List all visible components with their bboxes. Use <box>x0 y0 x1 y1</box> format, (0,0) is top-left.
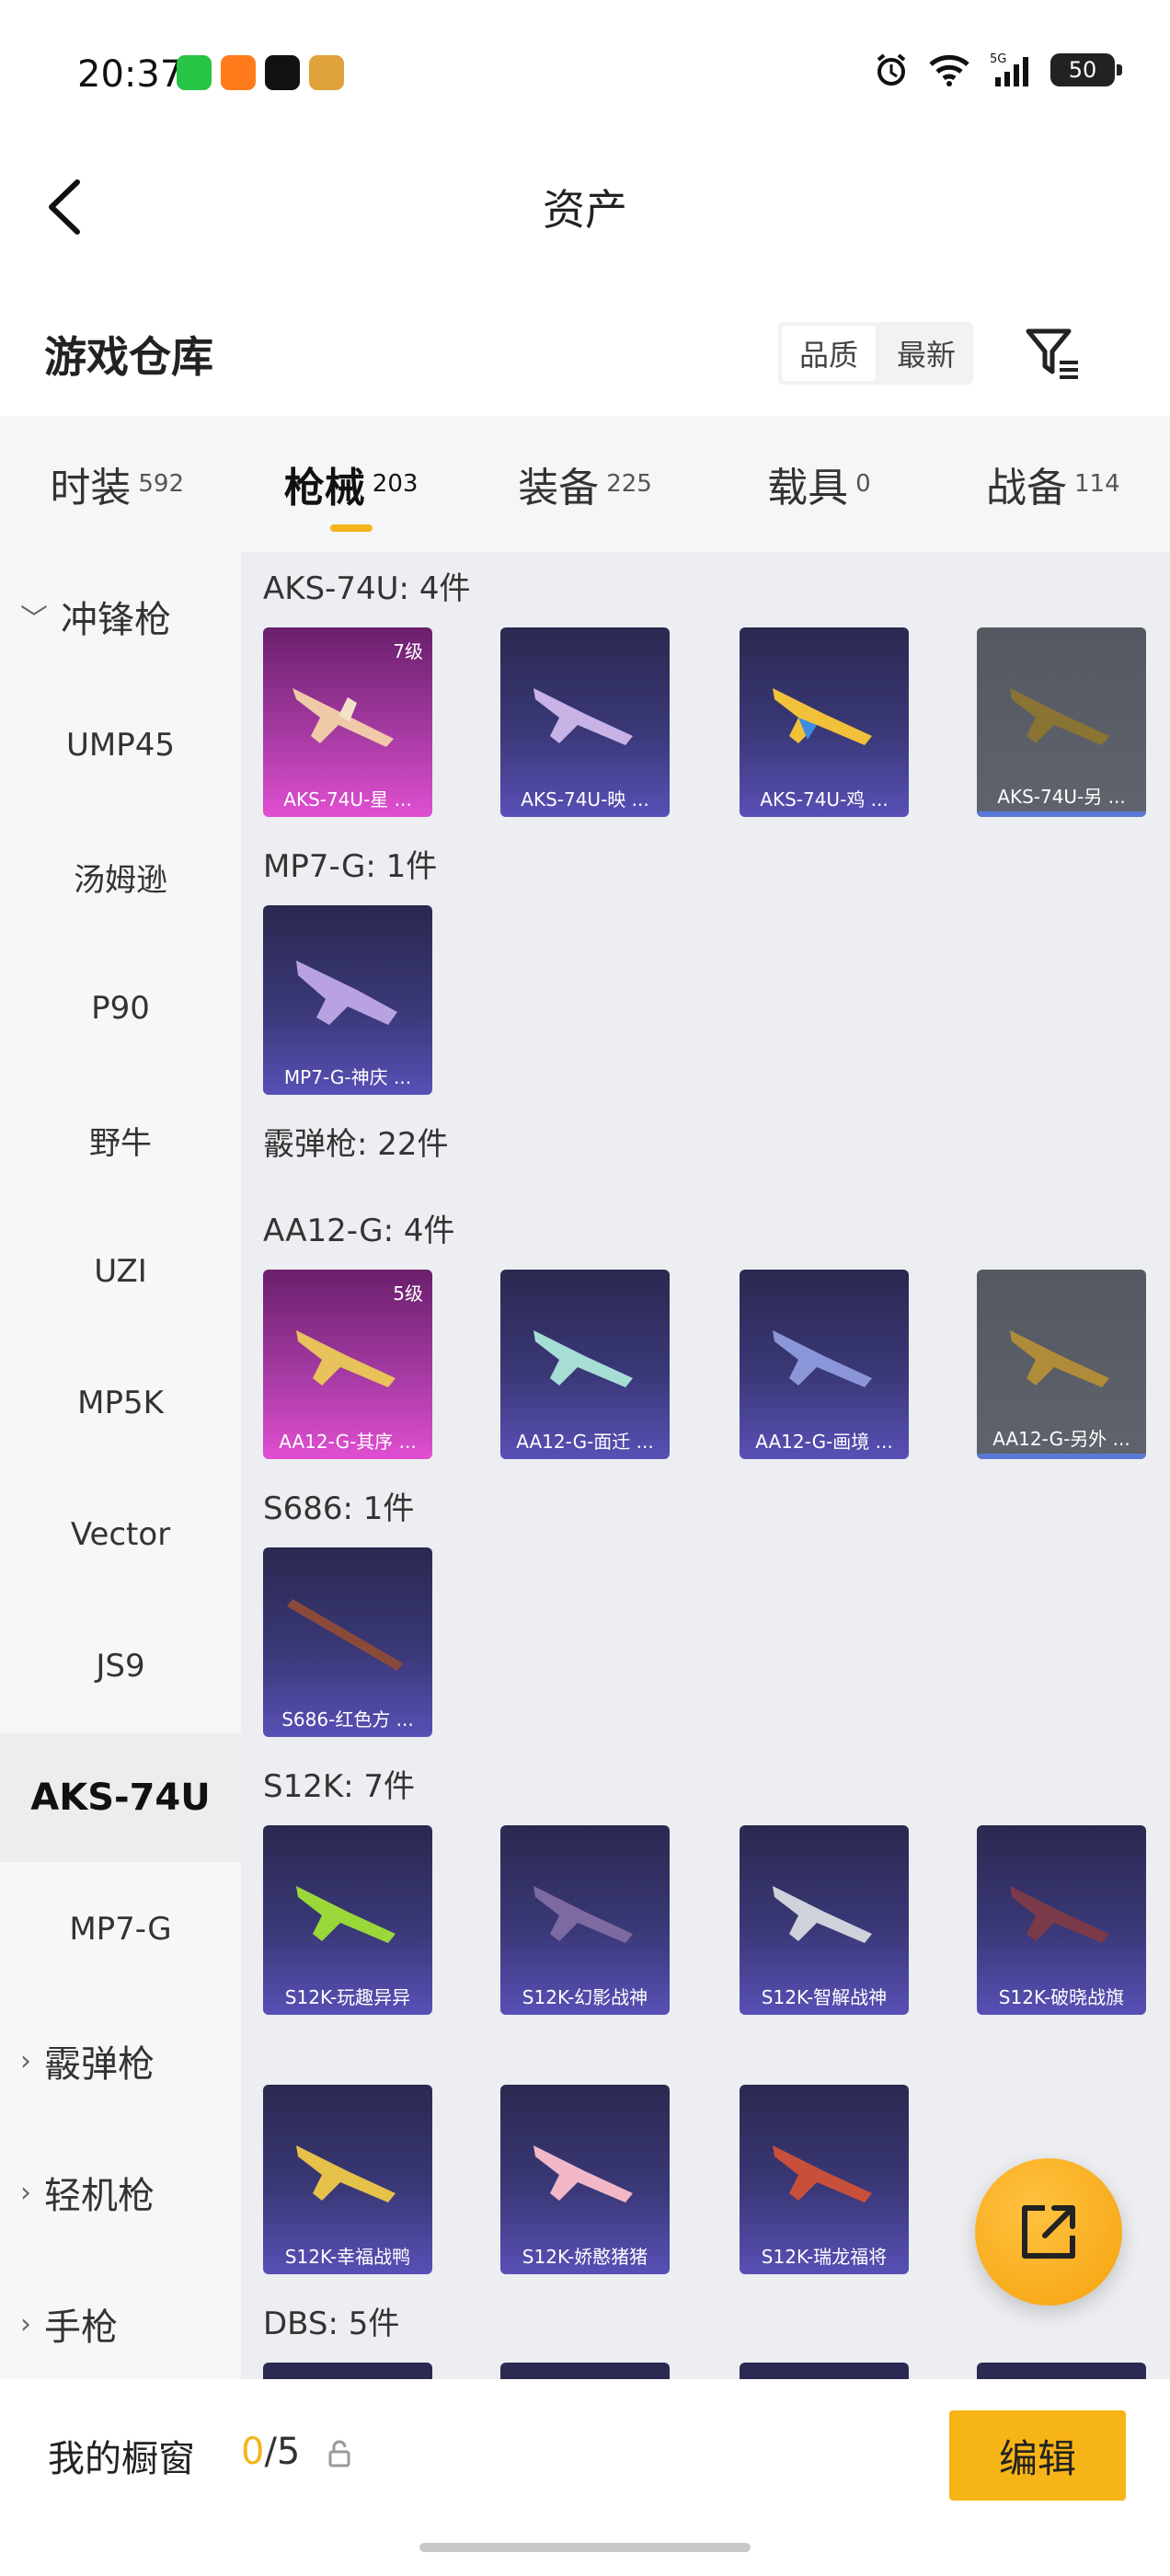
tab-fashion[interactable]: 时装 592 <box>0 416 234 552</box>
wifi-icon <box>929 54 969 86</box>
gun-icon <box>296 1886 396 1943</box>
chevron-right-icon: › <box>20 2307 31 2340</box>
share-fab-button[interactable] <box>975 2158 1122 2306</box>
weapon-card[interactable]: S12K-娇憨猪猪 <box>500 2085 670 2274</box>
weapon-card[interactable] <box>263 2363 432 2381</box>
weapon-card[interactable]: AA12-G-另外 ... <box>977 1270 1146 1459</box>
chevron-down-icon: ﹀ <box>20 604 48 636</box>
tab-firearms[interactable]: 枪械 203 <box>234 416 467 552</box>
gun-icon <box>773 1886 872 1943</box>
weapon-card[interactable]: S12K-瑞龙福将 <box>740 2085 909 2274</box>
section-title-s686: S686: 1件 <box>263 1490 415 1527</box>
sidebar-group-lmg[interactable]: › 轻机枪 <box>0 2128 241 2257</box>
gun-icon <box>292 688 394 747</box>
section-title-aks74u: AKS-74U: 4件 <box>263 570 471 607</box>
tab-vehicles[interactable]: 载具 0 <box>702 416 935 552</box>
filter-icon[interactable] <box>1023 324 1082 383</box>
weapon-card[interactable]: AKS-74U-另 ... <box>977 627 1146 817</box>
weapon-card[interactable]: S686-红色方 ... <box>263 1547 432 1737</box>
status-bar: 20:37 5G 50 <box>0 0 1170 147</box>
svg-text:5G: 5G <box>990 52 1006 66</box>
external-link-icon <box>1022 2205 1075 2259</box>
gun-icon <box>296 1330 396 1387</box>
status-time: 20:37 <box>77 53 184 96</box>
weapon-card[interactable] <box>500 2363 670 2381</box>
weapon-card[interactable]: AA12-G-面迁 ... <box>500 1270 670 1459</box>
sort-toggle[interactable]: 品质 最新 <box>778 322 973 385</box>
section-title-dbs: DBS: 5件 <box>263 2306 400 2342</box>
weapon-card[interactable]: S12K-智解战神 <box>740 1825 909 2015</box>
tab-active-indicator <box>329 524 373 532</box>
sidebar-item-bizon[interactable]: 野牛 <box>0 1075 241 1204</box>
gun-icon <box>533 1330 633 1387</box>
sidebar-item-vector[interactable]: Vector <box>0 1470 241 1599</box>
sidebar-item-js9[interactable]: JS9 <box>0 1602 241 1731</box>
chevron-right-icon: › <box>20 2044 31 2077</box>
sidebar-item-aks74u[interactable]: AKS-74U <box>0 1733 241 1862</box>
wechat-icon <box>177 55 212 90</box>
tiktok-icon <box>265 55 300 90</box>
sort-quality-button[interactable]: 品质 <box>782 326 876 381</box>
weapon-card[interactable] <box>977 2363 1146 2381</box>
page-title: 资产 <box>543 185 627 235</box>
window-count: 0/5 <box>241 2431 301 2473</box>
section-title-mp7g: MP7-G: 1件 <box>263 848 438 885</box>
signal-icon: 5G <box>990 52 1028 86</box>
sidebar-group-shotgun[interactable]: › 霰弹枪 <box>0 1996 241 2125</box>
weapon-card[interactable]: 7级 AKS-74U-星 ... <box>263 627 432 817</box>
sidebar-item-mp7g[interactable]: MP7-G <box>0 1865 241 1994</box>
gun-icon <box>773 688 872 745</box>
gun-icon <box>296 960 397 1025</box>
home-indicator[interactable] <box>419 2543 751 2552</box>
weapon-card[interactable]: MP7-G-神庆 ... <box>263 905 432 1095</box>
game-app-icon <box>309 55 344 90</box>
sidebar-item-mp5k[interactable]: MP5K <box>0 1339 241 1467</box>
weapon-card[interactable]: AA12-G-画境 ... <box>740 1270 909 1459</box>
my-window-label: 我的橱窗 <box>48 2438 195 2480</box>
warehouse-title: 游戏仓库 <box>44 332 213 382</box>
sidebar-item-ump45[interactable]: UMP45 <box>0 681 241 810</box>
gun-icon <box>1010 1886 1109 1943</box>
alarm-icon <box>877 53 906 86</box>
weapon-card[interactable]: AKS-74U-映 ... <box>500 627 670 817</box>
section-title-s12k: S12K: 7件 <box>263 1768 416 1805</box>
weapon-sidebar: ﹀ 冲锋枪 UMP45 汤姆逊 P90 野牛 UZI MP5K Vector JS… <box>0 552 241 2392</box>
category-tabs: 时装 592 枪械 203 装备 225 载具 0 战备 114 <box>0 416 1170 552</box>
gun-icon <box>1010 1330 1109 1387</box>
weapon-card[interactable]: S12K-破晓战旗 <box>977 1825 1146 2015</box>
sidebar-item-thompson[interactable]: 汤姆逊 <box>0 812 241 941</box>
tab-combat-gear[interactable]: 战备 114 <box>936 416 1170 552</box>
sidebar-group-pistol[interactable]: › 手枪 <box>0 2260 241 2388</box>
chevron-right-icon: › <box>20 2176 31 2209</box>
section-title-shotgun: 霰弹枪: 22件 <box>263 1126 449 1163</box>
gun-icon <box>773 1330 872 1387</box>
sort-latest-button[interactable]: 最新 <box>879 322 973 385</box>
sidebar-group-smg[interactable]: ﹀ 冲锋枪 <box>0 552 241 681</box>
tab-equipment[interactable]: 装备 225 <box>468 416 702 552</box>
weapon-card[interactable]: S12K-幸福战鸭 <box>263 2085 432 2274</box>
gun-icon <box>533 688 633 745</box>
taobao-icon <box>221 55 256 90</box>
lock-icon <box>328 2440 350 2467</box>
weapon-card[interactable]: 5级 AA12-G-其序 ... <box>263 1270 432 1459</box>
sidebar-item-uzi[interactable]: UZI <box>0 1207 241 1336</box>
sidebar-item-p90[interactable]: P90 <box>0 944 241 1073</box>
weapon-card[interactable]: S12K-玩趣异异 <box>263 1825 432 2015</box>
edit-button[interactable]: 编辑 <box>949 2410 1126 2501</box>
section-title-aa12g: AA12-G: 4件 <box>263 1213 455 1249</box>
gun-icon <box>533 2145 633 2202</box>
gun-icon <box>1010 688 1109 745</box>
gun-icon <box>296 2145 396 2202</box>
gun-icon <box>533 1886 633 1943</box>
weapon-card[interactable]: S12K-幻影战神 <box>500 1825 670 2015</box>
weapon-card[interactable] <box>740 2363 909 2381</box>
battery-icon: 50 <box>1050 53 1122 86</box>
weapon-card[interactable]: AKS-74U-鸡 ... <box>740 627 909 817</box>
gun-icon <box>773 2145 872 2202</box>
gun-icon <box>287 1599 403 1671</box>
